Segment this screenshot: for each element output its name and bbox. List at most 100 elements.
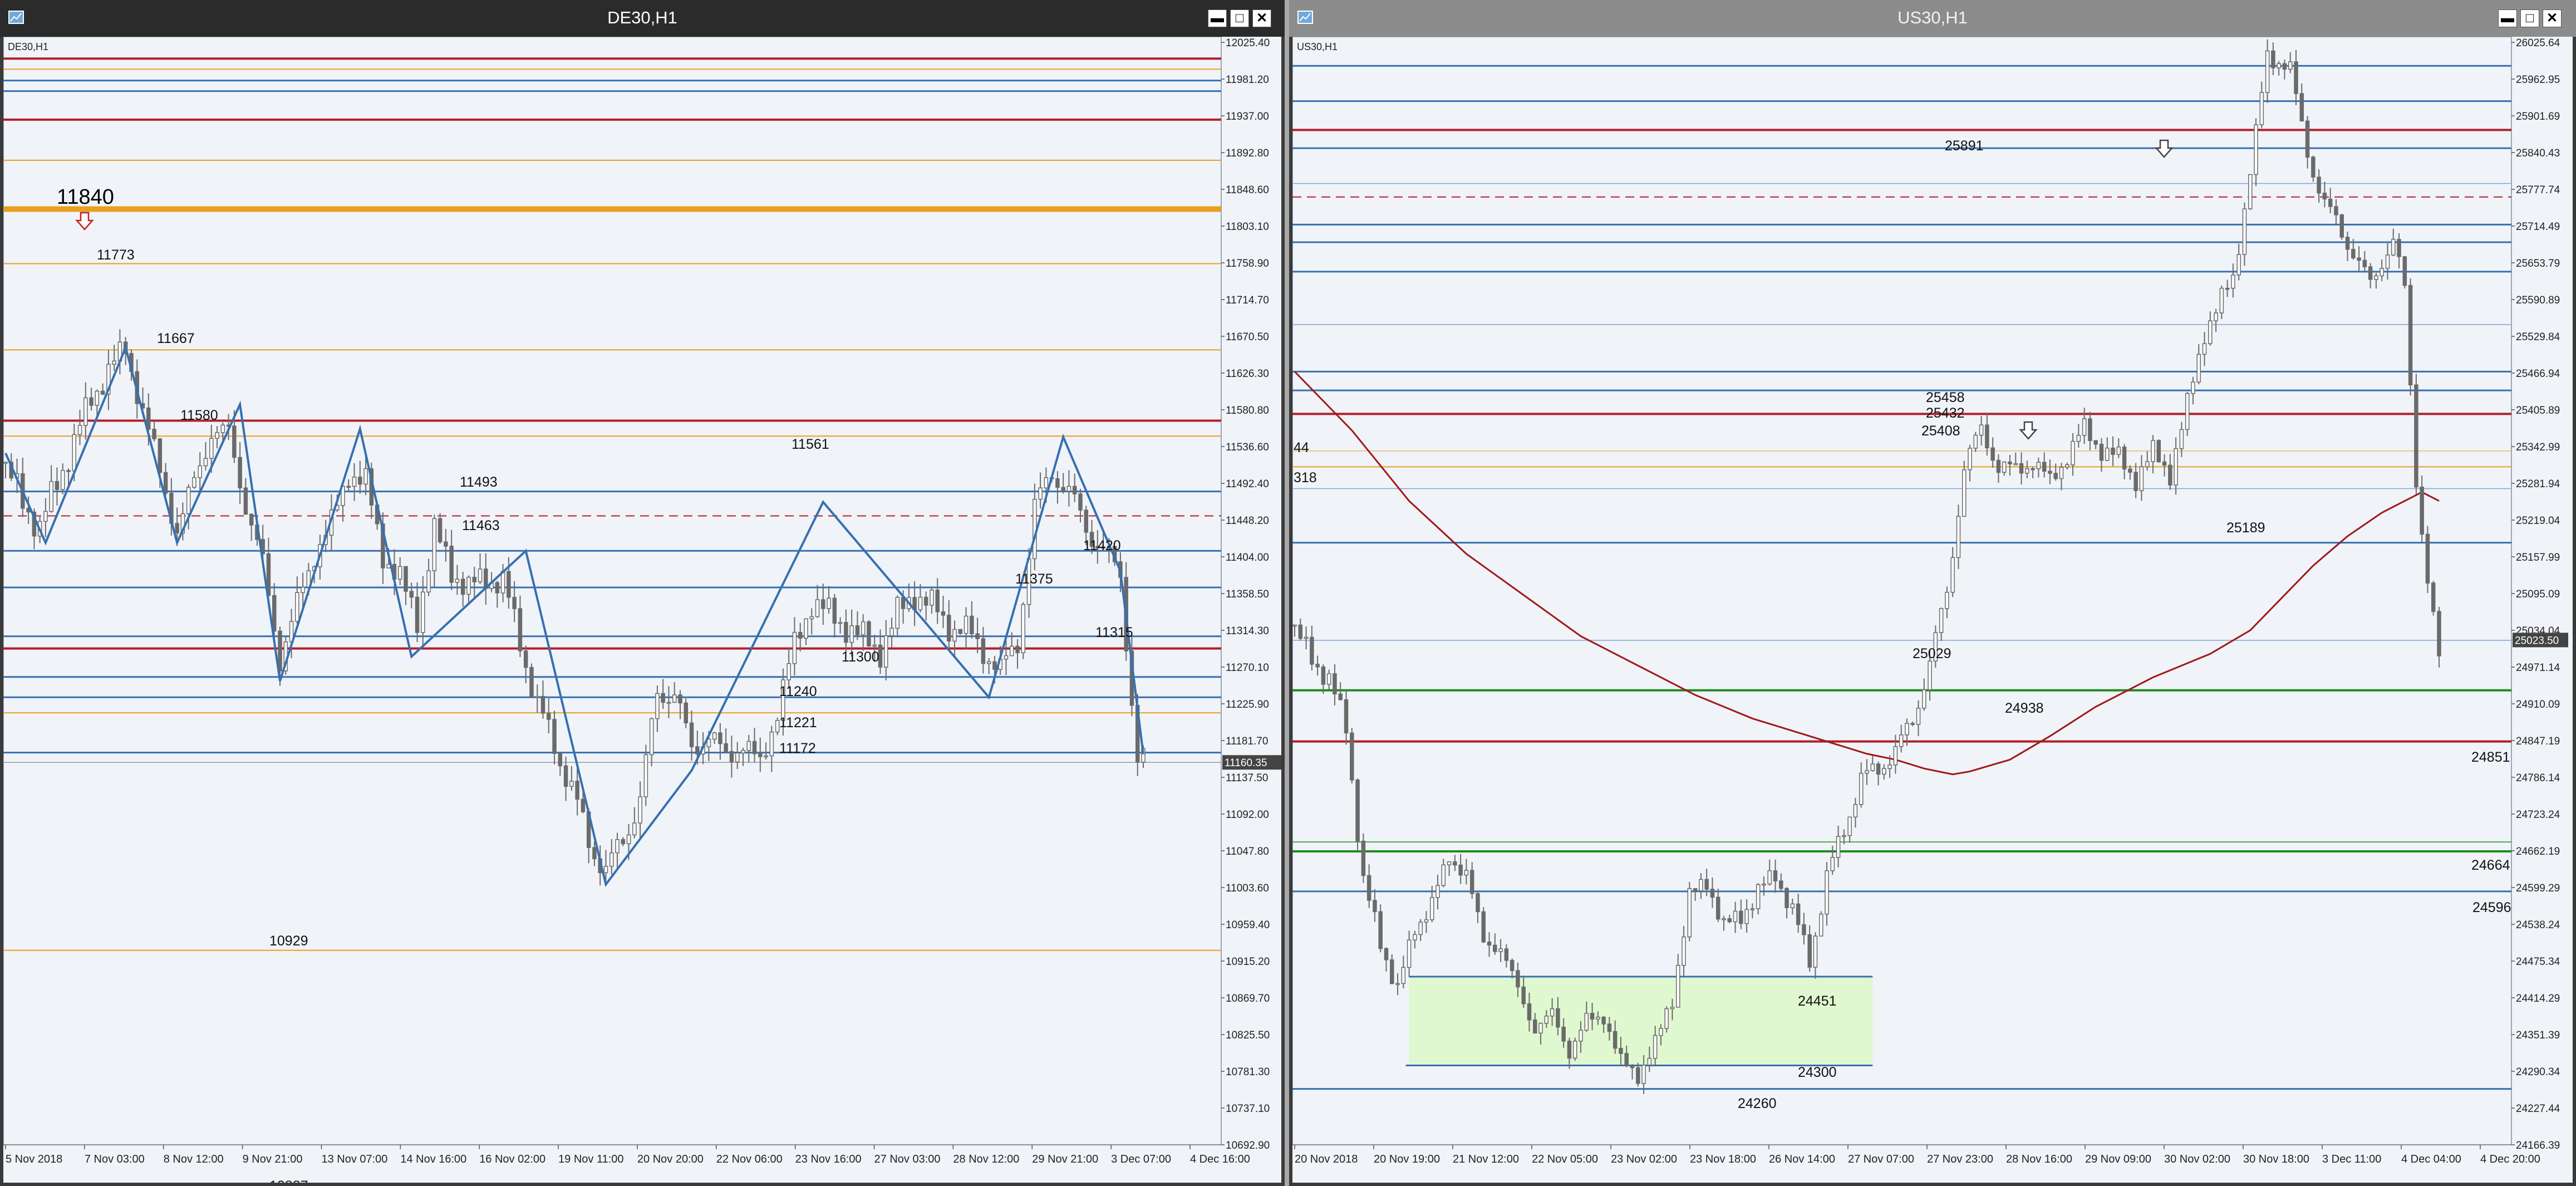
candle-body (43, 511, 48, 522)
candle-body (1870, 763, 1875, 771)
candle-body (1715, 896, 1720, 920)
price-tick-label: 24847.19 (2516, 736, 2560, 747)
time-tick-label: 30 Nov 18:00 (2243, 1153, 2309, 1165)
candle-body (2059, 467, 2064, 479)
candle-body (2053, 473, 2058, 479)
candle-body (689, 722, 694, 747)
candle-body (2225, 287, 2230, 290)
time-tick-label: 26 Nov 14:00 (1769, 1153, 1835, 1165)
de30-chart-area[interactable]: 12025.40 11981.20 11937.00 11892.80 11848.60… (3, 37, 1281, 1183)
maximize-button[interactable]: □ (1230, 9, 1249, 27)
candle-body (2368, 266, 2373, 280)
candle-body (1950, 557, 1955, 593)
candle-body (2185, 393, 2190, 430)
candle-body (1469, 870, 1474, 894)
candle-body (2002, 461, 2007, 473)
time-tick-label: 23 Nov 16:00 (795, 1153, 862, 1165)
close-button[interactable]: ✕ (2543, 9, 2562, 27)
price-tick-label: 11937.00 (1226, 111, 1269, 122)
maximize-button[interactable]: □ (2520, 9, 2539, 27)
price-tick-label: 25529.84 (2516, 331, 2560, 343)
candle-body (444, 541, 448, 547)
level-label: 25432 (1926, 405, 1965, 421)
candle-body (2156, 440, 2161, 463)
candle-body (649, 718, 654, 756)
level-label: 11375 (1015, 571, 1053, 587)
candle-body (1584, 1013, 1589, 1031)
down-arrow-icon (75, 212, 94, 231)
candle-body (2385, 254, 2390, 269)
candle-body (2374, 275, 2378, 280)
candle-body (1790, 903, 1795, 908)
candle-body (1739, 910, 1743, 924)
price-tick-label: 10959.40 (1226, 919, 1270, 931)
price-tick-label: 24599.29 (2516, 883, 2560, 894)
us30-chart-area[interactable]: 26025.64 25962.95 25901.69 25840.43 25777.74… (1292, 37, 2573, 1183)
candle-body (95, 390, 100, 406)
candle-body (2071, 440, 2075, 465)
candle-body (2299, 93, 2304, 122)
candle-body (986, 661, 991, 664)
us30-chart-window[interactable]: US30,H1 ▬ □ ✕ 26025.64 25962.95 25901.69 25… (1289, 0, 2576, 1186)
candle-body (1928, 660, 1932, 690)
candle-body (838, 621, 843, 624)
candle-body (2397, 239, 2401, 257)
candle-body (1344, 699, 1349, 734)
candle-body (1315, 664, 1320, 668)
candle-body (295, 592, 299, 622)
close-button[interactable]: ✕ (1252, 9, 1271, 27)
minimize-button[interactable]: ▬ (1208, 9, 1227, 27)
price-tick-label: 24227.44 (2516, 1103, 2560, 1115)
de30-chart-window[interactable]: DE30,H1 ▬ □ ✕ 12025.40 11981.20 11937.00 11… (0, 0, 1285, 1186)
candle-body (209, 438, 214, 459)
price-tick-label: 25342.99 (2516, 442, 2560, 453)
candle-body (89, 397, 94, 406)
candle-body (1601, 1016, 1606, 1025)
level-label: 11240 (779, 684, 817, 699)
candle-body (867, 621, 871, 646)
time-tick-label: 20 Nov 19:00 (1374, 1153, 1440, 1165)
level-label: 11300 (842, 649, 879, 665)
candle-body (1418, 922, 1423, 935)
us30-titlebar[interactable]: US30,H1 ▬ □ ✕ (1289, 0, 2576, 37)
candle-body (1641, 1065, 1646, 1084)
de30-titlebar[interactable]: DE30,H1 ▬ □ ✕ (0, 0, 1285, 37)
candle-body (563, 765, 568, 787)
price-tick-label: 11181.70 (1226, 736, 1268, 747)
candle-body (2420, 486, 2424, 535)
candle-body (421, 591, 425, 633)
candle-body (1990, 447, 1995, 461)
candle-body (432, 518, 437, 571)
candle-body (769, 731, 774, 757)
candle-body (1567, 1040, 1572, 1059)
candle-body (1836, 836, 1841, 858)
candle-body (718, 732, 722, 744)
us30-window-title: US30,H1 (1897, 8, 1968, 27)
candle-body (935, 589, 940, 612)
level-label: 11773 (97, 247, 135, 263)
candle-body (2425, 533, 2430, 584)
candle-body (1441, 864, 1446, 886)
candle-body (278, 630, 282, 672)
candle-body (547, 713, 551, 720)
candle-body (1893, 746, 1898, 766)
candle-body (764, 755, 768, 758)
candle-body (220, 424, 225, 433)
support-zone (1409, 976, 1873, 1066)
candle-body (2345, 237, 2350, 250)
minimize-button[interactable]: ▬ (2498, 9, 2517, 27)
candle-body (1905, 723, 1909, 736)
candle-body (60, 470, 65, 490)
price-tick-label: 24971.14 (2516, 662, 2560, 674)
candle-body (655, 693, 660, 719)
candle-body (889, 628, 894, 636)
candle-body (198, 465, 202, 478)
time-tick-label: 13 Nov 07:00 (321, 1153, 387, 1165)
candle-body (603, 865, 608, 874)
price-tick-label: 24351.39 (2516, 1030, 2560, 1041)
candle-body (2351, 248, 2356, 258)
price-tick-label: 24662.19 (2516, 846, 2560, 857)
candle-body (2362, 259, 2367, 267)
candle-body (1413, 934, 1417, 940)
candle-body (1458, 864, 1463, 876)
